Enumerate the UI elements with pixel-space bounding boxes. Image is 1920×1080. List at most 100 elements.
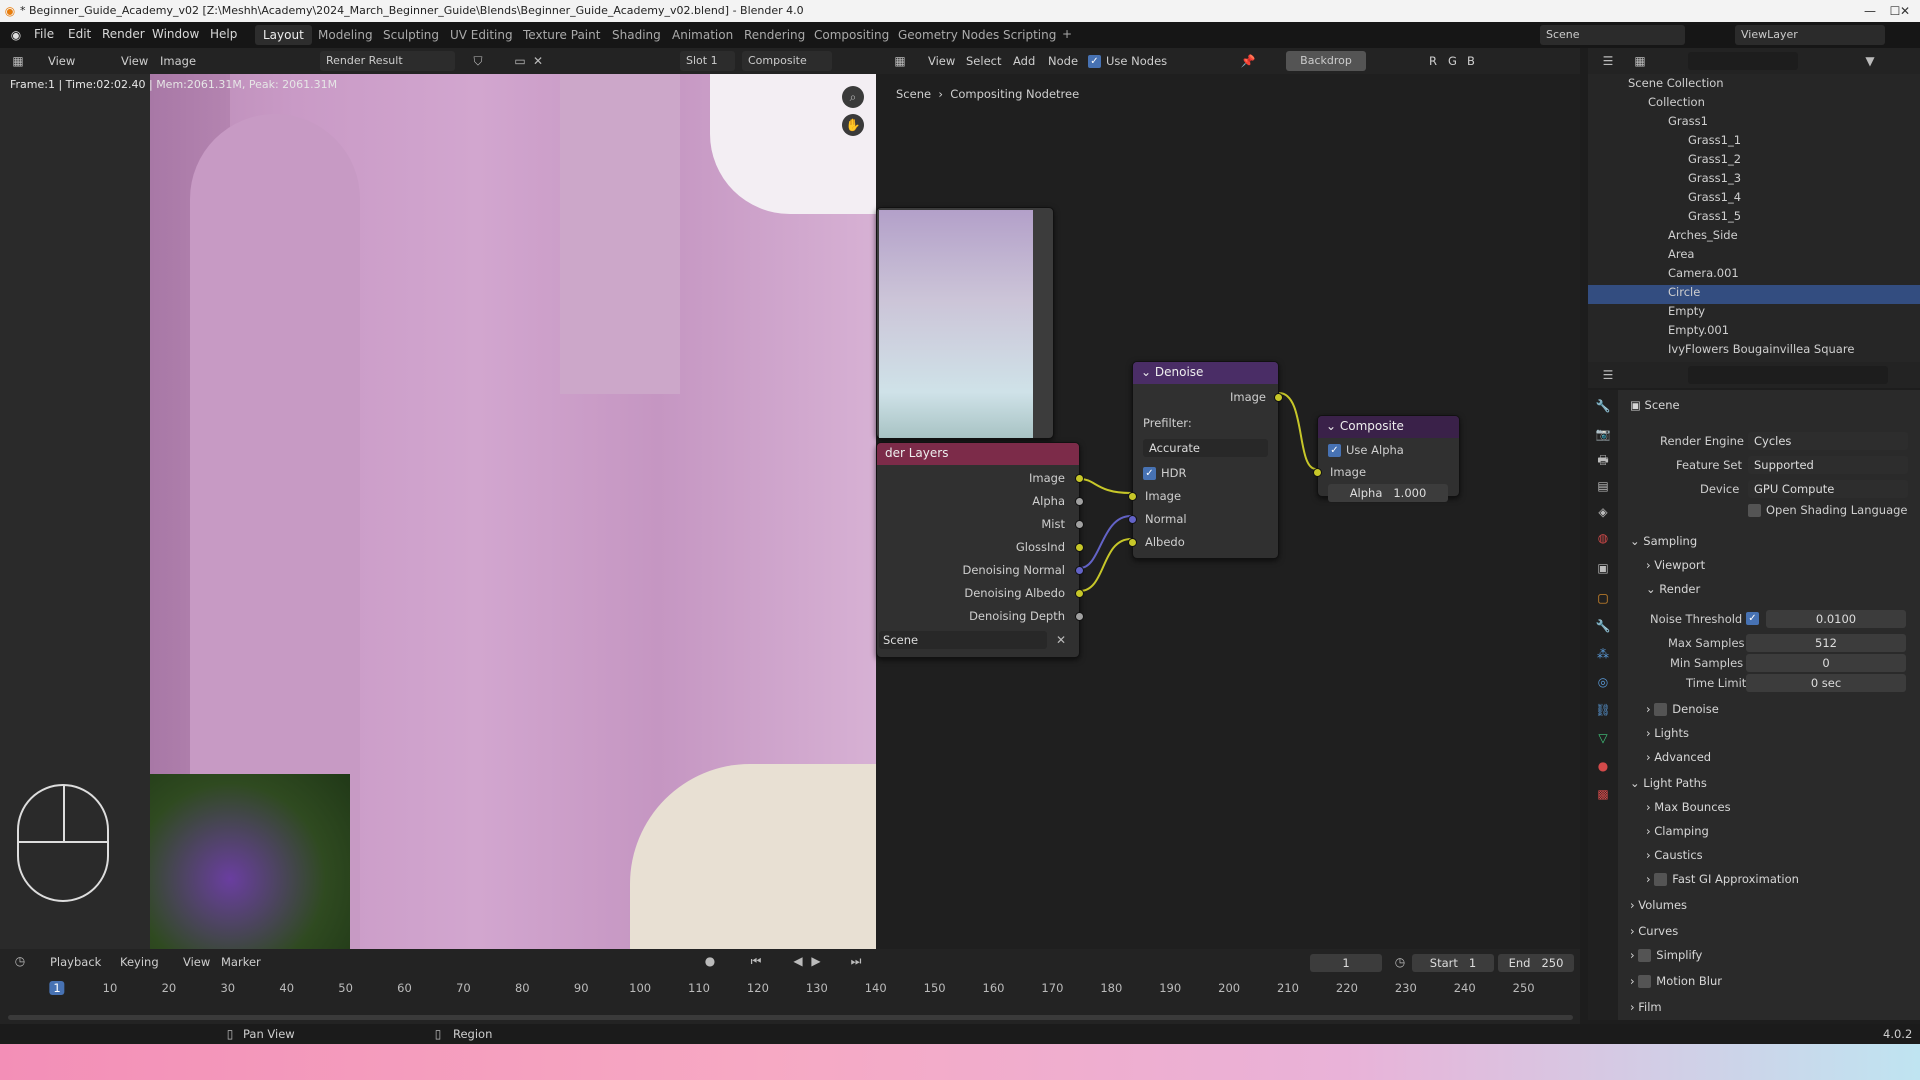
output-tab-icon[interactable]: 🖶 <box>1595 452 1611 468</box>
outliner-row-grass1-3[interactable]: Grass1_3 <box>1588 171 1920 190</box>
workspace-tab-animation[interactable]: Animation <box>664 25 741 45</box>
view-layer-tab-icon[interactable]: ▤ <box>1595 478 1611 494</box>
data-tab-icon[interactable]: ▽ <box>1595 730 1611 746</box>
node-editor-canvas[interactable]: Scene › Compositing Nodetree der Layers … <box>876 74 1580 949</box>
outliner-row-collection[interactable]: Collection <box>1588 95 1920 114</box>
timeline-scrollbar[interactable] <box>8 1015 1573 1020</box>
display-mode-icon[interactable]: ▦ <box>1632 53 1648 69</box>
light-paths-panel-header[interactable]: ⌄ Light Paths <box>1630 776 1707 790</box>
layer-dropdown[interactable]: Composite <box>742 51 832 71</box>
workspace-tab-modeling[interactable]: Modeling <box>310 25 381 45</box>
channel-g[interactable]: G <box>1448 54 1457 68</box>
node-editor-type-icon[interactable]: ▦ <box>892 53 908 69</box>
osl-checkbox[interactable]: Open Shading Language <box>1748 503 1908 517</box>
noise-threshold-checkbox[interactable]: ✓ <box>1746 612 1759 625</box>
marker-menu[interactable]: Marker <box>221 955 261 969</box>
particles-tab-icon[interactable]: ⁂ <box>1595 646 1611 662</box>
unlink-icon[interactable]: ✕ <box>530 53 546 69</box>
denoise-subpanel[interactable]: › Denoise <box>1646 702 1719 716</box>
outliner-row-empty[interactable]: Empty <box>1588 304 1920 323</box>
outliner-row-empty-001[interactable]: Empty.001 <box>1588 323 1920 342</box>
material-tab-icon[interactable]: ● <box>1595 758 1611 774</box>
scene-field[interactable]: Scene <box>879 631 1047 649</box>
end-frame-field[interactable]: End 250 <box>1498 954 1574 972</box>
outliner-row-circle[interactable]: Circle <box>1588 285 1920 304</box>
image-view-mode[interactable]: View <box>48 54 75 68</box>
timeline-view-menu[interactable]: View <box>183 955 210 969</box>
outliner-row-grass1-5[interactable]: Grass1_5 <box>1588 209 1920 228</box>
image-editor-viewport[interactable]: Frame:1 | Time:02:02.40 | Mem:2061.31M, … <box>0 74 876 949</box>
denoise-node[interactable]: ⌄ Denoise Image Prefilter: Accurate ✓ HDR… <box>1128 361 1283 559</box>
jump-start-icon[interactable]: ⏮ <box>748 953 764 969</box>
clamping-subpanel[interactable]: › Clamping <box>1646 824 1709 838</box>
view-layer-selector[interactable]: ViewLayer <box>1735 25 1885 45</box>
workspace-tab-sculpting[interactable]: Sculpting <box>375 25 447 45</box>
menu-render[interactable]: Render <box>102 27 145 41</box>
start-frame-field[interactable]: Start 1 <box>1412 954 1494 972</box>
caustics-subpanel[interactable]: › Caustics <box>1646 848 1703 862</box>
time-limit-field[interactable]: 0 sec <box>1746 674 1906 692</box>
outliner-type-icon[interactable]: ☰ <box>1600 53 1616 69</box>
node-menu-add[interactable]: Add <box>1013 54 1035 68</box>
timeline[interactable]: ◷ Playback Keying View Marker ● ⏮ ◀ ▶ ⏭ … <box>0 949 1580 1024</box>
scene-tab-icon[interactable]: ◈ <box>1595 504 1611 520</box>
curves-panel-header[interactable]: › Curves <box>1630 924 1678 938</box>
render-subpanel[interactable]: ⌄ Render <box>1646 582 1700 596</box>
max-samples-field[interactable]: 512 <box>1746 634 1906 652</box>
workspace-tab-scripting[interactable]: Scripting <box>995 25 1064 45</box>
blender-menu-icon[interactable]: ◉ <box>8 27 24 43</box>
use-nodes-checkbox[interactable]: ✓ Use Nodes <box>1088 54 1167 68</box>
menu-edit[interactable]: Edit <box>68 27 91 41</box>
frame-ruler[interactable]: 1 10 20 30 40 50 60 70 80 90 100 110 120 130 140 150 160… <box>0 981 1580 999</box>
render-tab-icon[interactable]: 📷 <box>1595 426 1611 442</box>
volumes-panel-header[interactable]: › Volumes <box>1630 898 1687 912</box>
device-dropdown[interactable]: GPU Compute <box>1748 480 1908 498</box>
timeline-type-icon[interactable]: ◷ <box>12 953 28 969</box>
simplify-panel-header[interactable]: › Simplify <box>1630 948 1702 962</box>
outliner-row-grass1-4[interactable]: Grass1_4 <box>1588 190 1920 209</box>
editor-type-icon[interactable]: ▦ <box>10 53 26 69</box>
min-samples-field[interactable]: 0 <box>1746 654 1906 672</box>
outliner-row-camera[interactable]: Camera.001 <box>1588 266 1920 285</box>
backdrop-toggle[interactable]: Backdrop <box>1286 51 1366 71</box>
slot-dropdown[interactable]: Slot 1 <box>680 51 735 71</box>
use-alpha-checkbox[interactable]: ✓ Use Alpha <box>1328 443 1404 457</box>
hdr-checkbox[interactable]: ✓ HDR <box>1143 466 1187 480</box>
outliner-row-ivyflowers[interactable]: IvyFlowers Bougainvillea Square <box>1588 342 1920 361</box>
play-icon[interactable]: ▶ <box>808 953 824 969</box>
outliner-row-grass1-2[interactable]: Grass1_2 <box>1588 152 1920 171</box>
close-button[interactable]: ✕ <box>1890 0 1920 22</box>
max-bounces-subpanel[interactable]: › Max Bounces <box>1646 800 1731 814</box>
workspace-tab-geometry-nodes[interactable]: Geometry Nodes <box>890 25 1007 45</box>
texture-tab-icon[interactable]: ▩ <box>1595 786 1611 802</box>
fast-gi-subpanel[interactable]: › Fast GI Approximation <box>1646 872 1799 886</box>
outliner-row-arches-side[interactable]: Arches_Side <box>1588 228 1920 247</box>
render-layers-node[interactable]: der Layers Image Alpha Mist GlossInd Den… <box>876 442 1084 658</box>
image-menu-image[interactable]: Image <box>160 54 196 68</box>
workspace-tab-compositing[interactable]: Compositing <box>806 25 897 45</box>
workspace-tab-layout[interactable]: Layout <box>255 25 312 45</box>
node-menu-select[interactable]: Select <box>966 54 1001 68</box>
motion-blur-panel-header[interactable]: › Motion Blur <box>1630 974 1722 988</box>
render-engine-dropdown[interactable]: Cycles <box>1748 432 1908 450</box>
jump-end-icon[interactable]: ⏭ <box>848 953 864 969</box>
world-tab-icon[interactable]: ◍ <box>1595 530 1611 546</box>
lights-subpanel[interactable]: › Lights <box>1646 726 1689 740</box>
outliner-search-input[interactable] <box>1688 52 1798 70</box>
menu-file[interactable]: File <box>34 27 54 41</box>
menu-window[interactable]: Window <box>152 27 199 41</box>
outliner-row-grass1-1[interactable]: Grass1_1 <box>1588 133 1920 152</box>
object-tab-icon[interactable]: ▢ <box>1595 590 1611 606</box>
film-panel-header[interactable]: › Film <box>1630 1000 1662 1014</box>
add-workspace-icon[interactable]: + <box>1062 27 1072 41</box>
image-browser-field[interactable]: Render Result <box>320 51 455 71</box>
viewport-subpanel[interactable]: › Viewport <box>1646 558 1705 572</box>
workspace-tab-shading[interactable]: Shading <box>604 25 669 45</box>
physics-tab-icon[interactable]: ◎ <box>1595 674 1611 690</box>
noise-threshold-field[interactable]: 0.0100 <box>1766 610 1906 628</box>
feature-set-dropdown[interactable]: Supported <box>1748 456 1908 474</box>
sampling-panel-header[interactable]: ⌄ Sampling <box>1630 534 1697 548</box>
clear-scene-icon[interactable]: ✕ <box>1053 632 1069 648</box>
prefilter-dropdown[interactable]: Accurate <box>1143 439 1268 457</box>
outliner-row-scene-collection[interactable]: Scene Collection <box>1588 76 1920 95</box>
